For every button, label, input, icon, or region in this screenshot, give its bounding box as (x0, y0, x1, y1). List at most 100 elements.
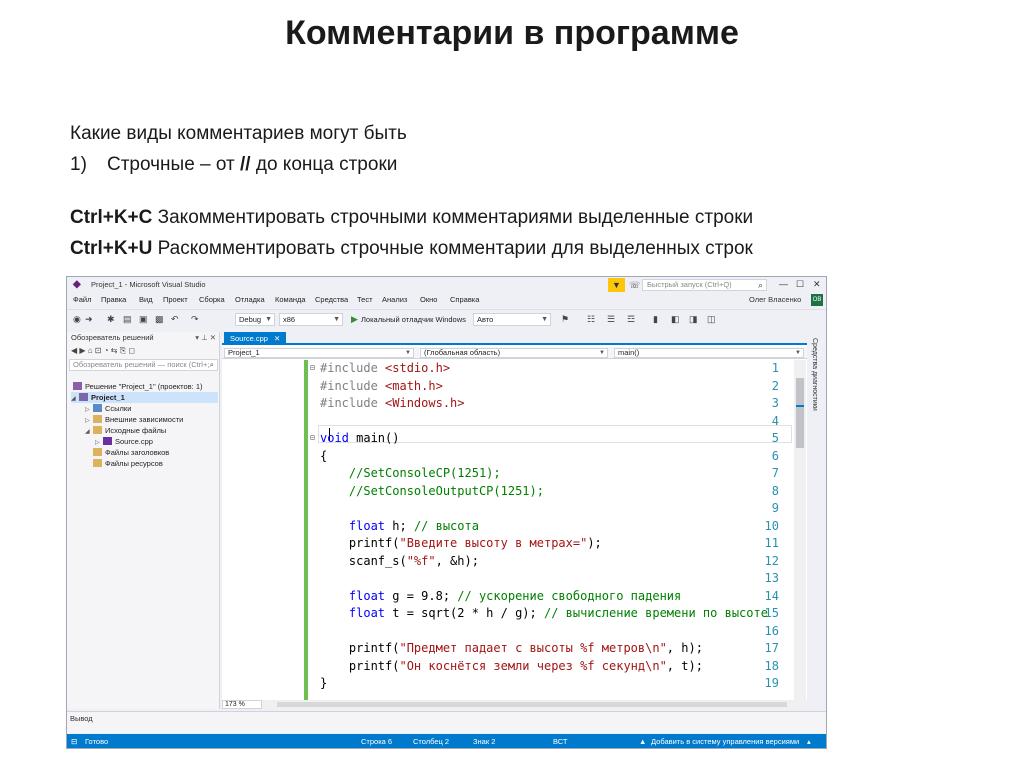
project-dropdown[interactable]: Project_1 ▼ (224, 348, 414, 358)
breakpoint-icon[interactable]: ⚑ (561, 314, 569, 325)
diagnostics-side-tab[interactable]: Средства диагностики (809, 332, 826, 709)
line-number: 1 (771, 361, 779, 375)
bookmark-next-icon[interactable]: ◨ (689, 314, 698, 325)
menu-analyze[interactable]: Анализ (382, 295, 407, 304)
close-tab-icon[interactable]: ✕ (274, 334, 280, 343)
tree-item-resource-files[interactable]: Файлы ресурсов (93, 458, 163, 469)
code-line-2[interactable]: #include <math.h> (320, 379, 443, 393)
bookmark-icon[interactable]: ▮ (653, 314, 658, 325)
save-all-icon[interactable]: ▩ (155, 314, 164, 325)
tree-item-source-files[interactable]: ◢ Исходные файлы (85, 425, 166, 436)
comment-icon[interactable]: ☰ (607, 314, 615, 325)
bookmark-clear-icon[interactable]: ◫ (707, 314, 716, 325)
scrollbar-thumb[interactable] (796, 378, 804, 448)
member-dropdown[interactable]: main() ▼ (614, 348, 804, 358)
tree-label: Файлы ресурсов (105, 459, 163, 468)
play-icon[interactable]: ▶ (351, 314, 358, 325)
vertical-scrollbar[interactable] (794, 360, 806, 700)
format-icon[interactable]: ☷ (587, 314, 595, 325)
line-number-gutter (222, 360, 310, 700)
expand-icon[interactable]: ◢ (71, 394, 79, 405)
scope-dropdown[interactable]: (Глобальная область) ▼ (420, 348, 608, 358)
code-line-6[interactable]: { (320, 449, 327, 463)
uncomment-icon[interactable]: ☲ (627, 314, 635, 325)
avatar[interactable]: OB (811, 294, 823, 306)
zoom-select[interactable]: 173 % (222, 700, 262, 709)
horizontal-scrollbar[interactable]: 173 % (222, 700, 807, 709)
code-line-10[interactable]: float h; // высота (320, 519, 479, 533)
tree-item-references[interactable]: ▷ Ссылки (85, 403, 131, 414)
code-line-8[interactable]: //SetConsoleOutputCP(1251); (320, 484, 544, 498)
menu-debug[interactable]: Отладка (235, 295, 265, 304)
quick-launch-placeholder: Быстрый запуск (Ctrl+Q) (647, 280, 732, 289)
menu-view[interactable]: Вид (139, 295, 153, 304)
undo-icon[interactable]: ↶ (171, 314, 179, 325)
menu-build[interactable]: Сборка (199, 295, 225, 304)
tree-item-external-deps[interactable]: ▷ Внешние зависимости (85, 414, 183, 425)
new-project-icon[interactable]: ✱ (107, 314, 115, 325)
code-line-18[interactable]: printf("Он коснётся земли через %f секун… (320, 659, 703, 673)
tree-item-project[interactable]: ◢ Project_1 (71, 392, 218, 403)
back-icon[interactable]: ◉ (73, 314, 81, 325)
close-button[interactable]: ✕ (813, 279, 821, 290)
code-line-11[interactable]: printf("Введите высоту в метрах="); (320, 536, 602, 550)
menu-project[interactable]: Проект (163, 295, 188, 304)
status-vcs[interactable]: Добавить в систему управления версиями (651, 737, 799, 746)
redo-icon[interactable]: ↷ (191, 314, 199, 325)
solution-search-input[interactable]: Обозреватель решений — поиск (Ctrl+; ⌕ (69, 359, 218, 371)
line-number: 14 (764, 588, 779, 603)
menu-window[interactable]: Окно (420, 295, 437, 304)
menu-test[interactable]: Тест (357, 295, 373, 304)
forward-icon[interactable]: ➜ (85, 314, 93, 325)
platform-select[interactable]: x86 ▼ (279, 313, 343, 326)
expand-icon[interactable]: ◢ (85, 427, 93, 438)
maximize-button[interactable]: ☐ (796, 279, 804, 290)
tree-item-header-files[interactable]: Файлы заголовков (93, 447, 169, 458)
tree-item-solution[interactable]: Решение "Project_1" (проектов: 1) (73, 381, 203, 392)
notification-icon[interactable]: ▴ (807, 737, 811, 746)
quick-launch-input[interactable]: Быстрый запуск (Ctrl+Q) ⌕ (642, 279, 767, 291)
solution-icon (73, 382, 82, 390)
notification-flag-icon[interactable]: ▼ (608, 278, 625, 292)
code-line-19[interactable]: } (320, 676, 327, 690)
shortcut-key: Ctrl+K+U (70, 238, 153, 259)
outline-collapse-icon[interactable]: ⊟ (310, 433, 315, 442)
bookmark-prev-icon[interactable]: ◧ (671, 314, 680, 325)
run-debugger-button[interactable]: Локальный отладчик Windows (361, 315, 466, 324)
tree-item-source-cpp[interactable]: ▷ Source.cpp (95, 436, 153, 447)
code-line-5[interactable]: void main() (320, 431, 399, 445)
line-number: 2 (771, 378, 779, 393)
config-select[interactable]: Debug ▼ (235, 313, 275, 326)
code-line-3[interactable]: #include <Windows.h> (320, 396, 465, 410)
save-icon[interactable]: ▣ (139, 314, 148, 325)
list-item-1: 1) Строчные – от // до конца строки (70, 149, 753, 180)
code-line-12[interactable]: scanf_s("%f", &h); (320, 554, 479, 568)
menu-file[interactable]: Файл (73, 295, 91, 304)
menu-edit[interactable]: Правка (101, 295, 126, 304)
code-line-1[interactable]: #include <stdio.h> (320, 361, 450, 375)
minimize-button[interactable]: — (779, 279, 788, 289)
search-icon: ⌕ (209, 360, 214, 369)
code-line-15[interactable]: float t = sqrt(2 * h / g); // вычисление… (320, 606, 768, 620)
code-line-7[interactable]: //SetConsoleCP(1251); (320, 466, 501, 480)
pin-icon[interactable]: ▾ ⊥ ✕ (195, 332, 216, 344)
horizontal-scroll-track[interactable] (277, 702, 787, 707)
line-number: 19 (764, 676, 779, 690)
code-line-14[interactable]: float g = 9.8; // ускорение свободного п… (320, 589, 681, 603)
run-mode-select[interactable]: Авто ▼ (473, 313, 551, 326)
solution-toolbar[interactable]: ◀ ▶ ⌂ ⊡ ◔ ⇆ ⎘ ◻ (71, 346, 135, 356)
feedback-icon[interactable]: ☏ (629, 280, 640, 291)
open-icon[interactable]: ▤ (123, 314, 132, 325)
intro-line: Какие виды комментариев могут быть (70, 123, 407, 144)
menu-team[interactable]: Команда (275, 295, 306, 304)
outline-collapse-icon[interactable]: ⊟ (310, 363, 315, 372)
tab-source-cpp[interactable]: Source.cpp ✕ (224, 332, 287, 345)
output-title[interactable]: Вывод (70, 714, 93, 723)
tree-label: Внешние зависимости (105, 415, 184, 424)
shortcut-desc: Раскомментировать строчные комментарии д… (152, 238, 753, 259)
user-name[interactable]: Олег Власенко (749, 295, 801, 304)
menu-tools[interactable]: Средства (315, 295, 348, 304)
menu-help[interactable]: Справка (450, 295, 479, 304)
line-number: 5 (771, 431, 779, 445)
code-line-17[interactable]: printf("Предмет падает с высоты %f метро… (320, 641, 703, 655)
